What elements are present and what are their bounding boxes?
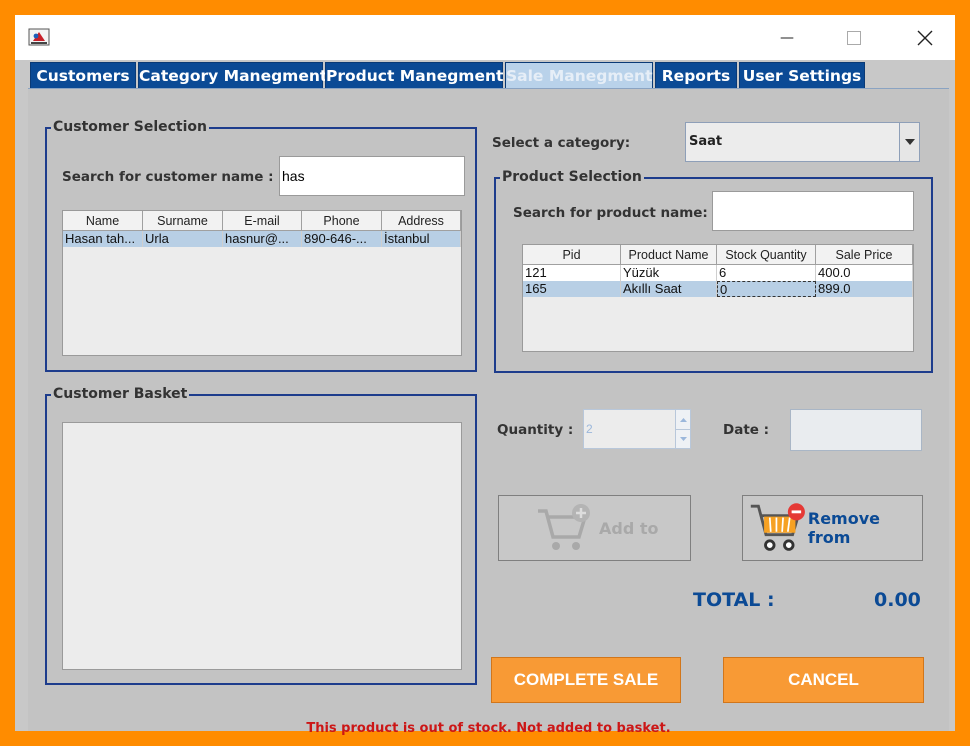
column-header-address[interactable]: Address <box>382 211 461 230</box>
remove-from-cart-icon <box>750 503 805 551</box>
date-field[interactable] <box>790 409 922 451</box>
category-select-value: Saat <box>689 134 723 149</box>
add-to-basket-button[interactable]: Add to <box>498 495 691 561</box>
combo-arrow-button[interactable] <box>899 123 919 161</box>
quantity-stepper[interactable]: 2 <box>583 409 691 449</box>
quantity-increment-button[interactable] <box>675 410 690 429</box>
total-label: TOTAL : <box>693 589 775 611</box>
customer-basket-title: Customer Basket <box>51 386 190 402</box>
java-app-icon <box>27 25 51 49</box>
quantity-value: 2 <box>586 422 593 436</box>
close-button[interactable] <box>902 15 948 60</box>
minimize-icon: — <box>780 29 794 46</box>
customer-selection-group: Customer Selection Search for customer n… <box>45 119 477 372</box>
quantity-label: Quantity : <box>497 422 574 438</box>
cell-phone: 890-646-... <box>302 231 382 247</box>
cell-product-name: Akıllı Saat <box>621 281 717 297</box>
cancel-button[interactable]: CANCEL <box>723 657 924 703</box>
customer-table-row[interactable]: Hasan tah... Urla hasnur@... 890-646-...… <box>63 231 461 247</box>
tab-sale-management[interactable]: Sale Manegment <box>505 62 653 89</box>
cell-pid: 121 <box>523 265 621 281</box>
product-search-input[interactable] <box>712 191 914 231</box>
add-to-basket-label: Add to <box>599 518 659 538</box>
cell-pid: 165 <box>523 281 621 297</box>
customer-basket-list[interactable] <box>62 422 462 670</box>
customer-search-label: Search for customer name : <box>62 169 274 185</box>
total-value: 0.00 <box>874 589 921 611</box>
maximize-button[interactable] <box>831 15 877 60</box>
title-bar: — <box>15 15 955 60</box>
category-label: Select a category: <box>492 135 631 151</box>
cell-sale-price: 899.0 <box>816 281 913 297</box>
tab-reports[interactable]: Reports <box>655 62 737 89</box>
column-header-stock-quantity[interactable]: Stock Quantity <box>717 245 816 264</box>
customer-basket-group: Customer Basket <box>45 386 477 685</box>
cell-product-name: Yüzük <box>621 265 717 281</box>
minimize-button[interactable]: — <box>764 15 810 60</box>
product-table-row[interactable]: 121 Yüzük 6 400.0 <box>523 265 913 281</box>
chevron-down-icon <box>904 139 915 145</box>
chevron-down-icon <box>679 437 687 441</box>
app-window: — Customers Category Manegment Product M… <box>15 15 955 736</box>
remove-from-basket-button[interactable]: Remove from <box>742 495 923 561</box>
quantity-decrement-button[interactable] <box>675 429 690 448</box>
sale-management-panel: Customer Selection Search for customer n… <box>28 88 949 736</box>
product-table-header: Pid Product Name Stock Quantity Sale Pri… <box>523 245 913 265</box>
tab-product-management[interactable]: Product Manegment <box>325 62 503 89</box>
status-message: This product is out of stock. Not added … <box>306 721 671 736</box>
product-table[interactable]: Pid Product Name Stock Quantity Sale Pri… <box>522 244 914 352</box>
column-header-pid[interactable]: Pid <box>523 245 621 264</box>
column-header-product-name[interactable]: Product Name <box>621 245 717 264</box>
product-selection-title: Product Selection <box>500 169 644 185</box>
column-header-sale-price[interactable]: Sale Price <box>816 245 913 264</box>
product-selection-group: Product Selection Search for product nam… <box>494 169 933 373</box>
customer-selection-title: Customer Selection <box>51 119 209 135</box>
cell-sale-price: 400.0 <box>816 265 913 281</box>
cell-surname: Urla <box>143 231 223 247</box>
tab-category-management[interactable]: Category Manegment <box>138 62 327 89</box>
column-header-surname[interactable]: Surname <box>143 211 223 230</box>
product-table-row[interactable]: 165 Akıllı Saat 0 899.0 <box>523 281 913 297</box>
category-select[interactable]: Saat <box>685 122 920 162</box>
complete-sale-button[interactable]: COMPLETE SALE <box>491 657 681 703</box>
add-to-cart-icon <box>538 504 590 550</box>
close-icon <box>917 30 933 45</box>
chevron-up-icon <box>679 417 687 422</box>
column-header-name[interactable]: Name <box>63 211 143 230</box>
cell-stock-quantity: 6 <box>717 265 816 281</box>
cell-name: Hasan tah... <box>63 231 143 247</box>
tab-customers[interactable]: Customers <box>30 62 136 89</box>
customer-search-input[interactable] <box>279 156 465 196</box>
cell-stock-quantity: 0 <box>717 281 816 297</box>
remove-from-basket-label: Remove from <box>807 509 880 547</box>
product-search-label: Search for product name: <box>513 205 708 221</box>
column-header-email[interactable]: E-mail <box>223 211 302 230</box>
customer-table[interactable]: Name Surname E-mail Phone Address Hasan … <box>62 210 462 356</box>
maximize-icon <box>847 30 861 45</box>
date-label: Date : <box>723 422 770 438</box>
cell-email: hasnur@... <box>223 231 302 247</box>
column-header-phone[interactable]: Phone <box>302 211 382 230</box>
tab-user-settings[interactable]: User Settings <box>739 62 865 89</box>
cell-address: İstanbul <box>382 231 461 247</box>
customer-table-header: Name Surname E-mail Phone Address <box>63 211 461 231</box>
